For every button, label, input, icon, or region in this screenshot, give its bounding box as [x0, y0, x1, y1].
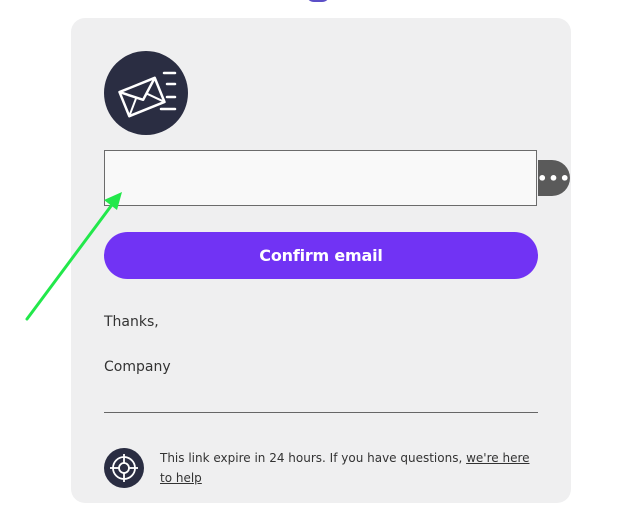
company-name: Company: [104, 359, 171, 375]
divider: [104, 412, 538, 413]
footer-expiry-text: This link expire in 24 hours. If you hav…: [160, 451, 467, 465]
footer-help-text: This link expire in 24 hours. If you hav…: [160, 448, 540, 488]
confirm-email-button[interactable]: Confirm email: [104, 232, 538, 279]
lifebuoy-icon: [104, 448, 144, 488]
email-input[interactable]: [104, 150, 537, 206]
thanks-text: Thanks,: [104, 314, 159, 330]
email-envelope-icon: [104, 51, 188, 135]
top-accent: [306, 0, 330, 2]
email-confirmation-card: ••• Confirm email Thanks, Company This l…: [71, 18, 571, 503]
more-options-button[interactable]: •••: [537, 160, 570, 196]
